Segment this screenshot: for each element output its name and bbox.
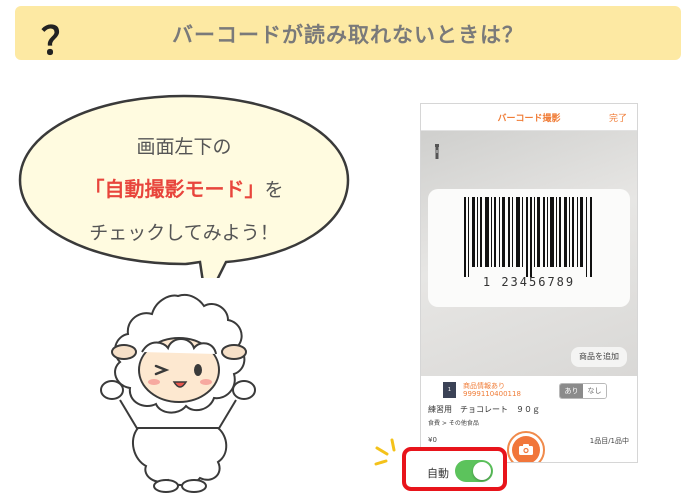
auto-mode-highlight: 「自動撮影モード」 xyxy=(84,177,265,201)
product-category: 食費 > その他食品 xyxy=(428,420,479,427)
attention-sparks-icon xyxy=(374,438,396,466)
auto-mode-label: 自動 xyxy=(427,467,449,480)
auto-mode-highlight-box: 自動 xyxy=(402,447,507,491)
add-product-button[interactable]: 商品を追加 xyxy=(571,347,627,367)
barcode-image-icon xyxy=(464,197,592,277)
done-button[interactable]: 完了 xyxy=(609,111,627,124)
bubble-line-1: 画面左下の xyxy=(136,136,232,158)
switch-knob xyxy=(473,462,491,480)
phone-screenshot: バーコード撮影 完了 1 23456789 商品を追加 1 商品情報あり 999… xyxy=(420,103,638,463)
item-counter: 1品目/1品中 xyxy=(589,437,629,445)
camera-icon xyxy=(519,444,533,455)
nav-title: バーコード撮影 xyxy=(497,114,561,124)
product-code: 9999110400118 xyxy=(463,390,521,398)
info-toggle[interactable]: あり なし xyxy=(559,383,607,399)
toggle-nashi-option[interactable]: なし xyxy=(583,384,606,398)
phone-nav-bar: バーコード撮影 完了 xyxy=(421,104,637,131)
barcode-card: 1 23456789 xyxy=(428,189,630,307)
banner-title: バーコードが読み取れないときは？ xyxy=(172,23,524,47)
bubble-line-2: 「自動撮影モード」を xyxy=(14,173,354,202)
product-price: ¥0 xyxy=(428,436,437,444)
auto-mode-switch[interactable] xyxy=(455,460,493,482)
flashlight-icon[interactable] xyxy=(434,144,440,160)
camera-preview: 1 23456789 商品を追加 xyxy=(421,131,637,376)
bubble-line-3: チェックしてみよう！ xyxy=(89,222,279,244)
product-thumbnail: 1 xyxy=(443,382,456,398)
barcode-number: 1 23456789 xyxy=(482,275,576,289)
product-name: 練習用 チョコレート ９０ｇ xyxy=(428,405,540,414)
bubble-line-2-suffix: を xyxy=(264,179,284,201)
header-banner: ？ バーコードが読み取れないときは？ xyxy=(15,6,681,63)
sheep-mascot-icon xyxy=(100,294,256,493)
toggle-ari-option[interactable]: あり xyxy=(560,384,583,398)
shutter-button[interactable] xyxy=(507,431,545,462)
shutter-inner xyxy=(512,436,540,462)
